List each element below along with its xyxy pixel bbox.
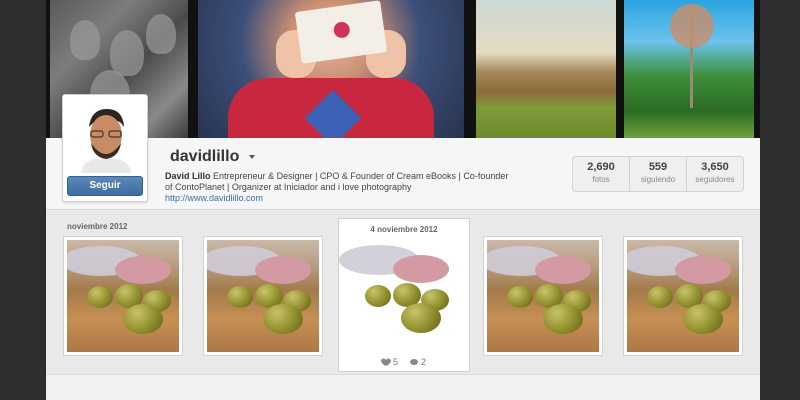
photo-thumbnail[interactable] (623, 236, 743, 356)
heart-icon (382, 359, 390, 366)
stat-value: 3,650 (701, 161, 729, 173)
stat-label: siguiendo (640, 175, 676, 184)
likes[interactable]: 5 (382, 357, 398, 367)
cover-photo-child[interactable] (198, 0, 464, 138)
stats-box: 2,690 fotos 559 siguiendo 3,650 seguidor… (572, 156, 744, 192)
likes-count: 5 (392, 357, 398, 367)
website-link[interactable]: http://www.davidlillo.com (165, 193, 511, 204)
photo-thumbnail[interactable] (203, 236, 323, 356)
bio: David Lillo Entrepreneur & Designer | CP… (165, 171, 511, 204)
photo-date: 4 noviembre 2012 (370, 225, 438, 234)
comments[interactable]: 2 (410, 357, 426, 367)
username-row[interactable]: davidlillo (170, 148, 256, 166)
stat-followers[interactable]: 3,650 seguidores (687, 157, 743, 191)
cover-photo-tree[interactable] (624, 0, 754, 138)
photo-thumbnail[interactable] (483, 236, 603, 356)
photo-grid: noviembre 2012 4 noviembre 2012 5 2 (46, 210, 760, 400)
cover-photo-city[interactable] (476, 0, 616, 138)
grid-footer (46, 374, 760, 400)
username[interactable]: davidlillo (170, 148, 239, 166)
stat-label: fotos (592, 175, 610, 184)
featured-photo-card[interactable]: 4 noviembre 2012 5 2 (338, 218, 470, 372)
bio-name: David Lillo (165, 171, 211, 181)
stat-following[interactable]: 559 siguiendo (630, 157, 687, 191)
profile-bar: davidlillo David Lillo Entrepreneur & De… (46, 138, 760, 210)
follow-button[interactable]: Seguir (67, 176, 143, 196)
month-label: noviembre 2012 (67, 222, 128, 231)
photo-thumbnail[interactable] (63, 236, 183, 356)
stat-label: seguidores (695, 175, 735, 184)
cover-photo-strip (46, 0, 760, 138)
avatar-box: Seguir (62, 94, 148, 202)
left-gutter (0, 0, 46, 400)
stat-photos[interactable]: 2,690 fotos (573, 157, 630, 191)
stat-value: 559 (648, 161, 668, 173)
profile-page: davidlillo David Lillo Entrepreneur & De… (46, 0, 760, 400)
comment-icon (410, 359, 418, 365)
bio-text: Entrepreneur & Designer | CPO & Founder … (165, 171, 509, 192)
right-gutter (754, 0, 800, 400)
stat-value: 2,690 (587, 161, 615, 173)
comments-count: 2 (421, 357, 427, 367)
photo-meta: 5 2 (339, 357, 469, 367)
avatar[interactable] (69, 101, 143, 173)
chevron-down-icon[interactable] (249, 155, 256, 159)
